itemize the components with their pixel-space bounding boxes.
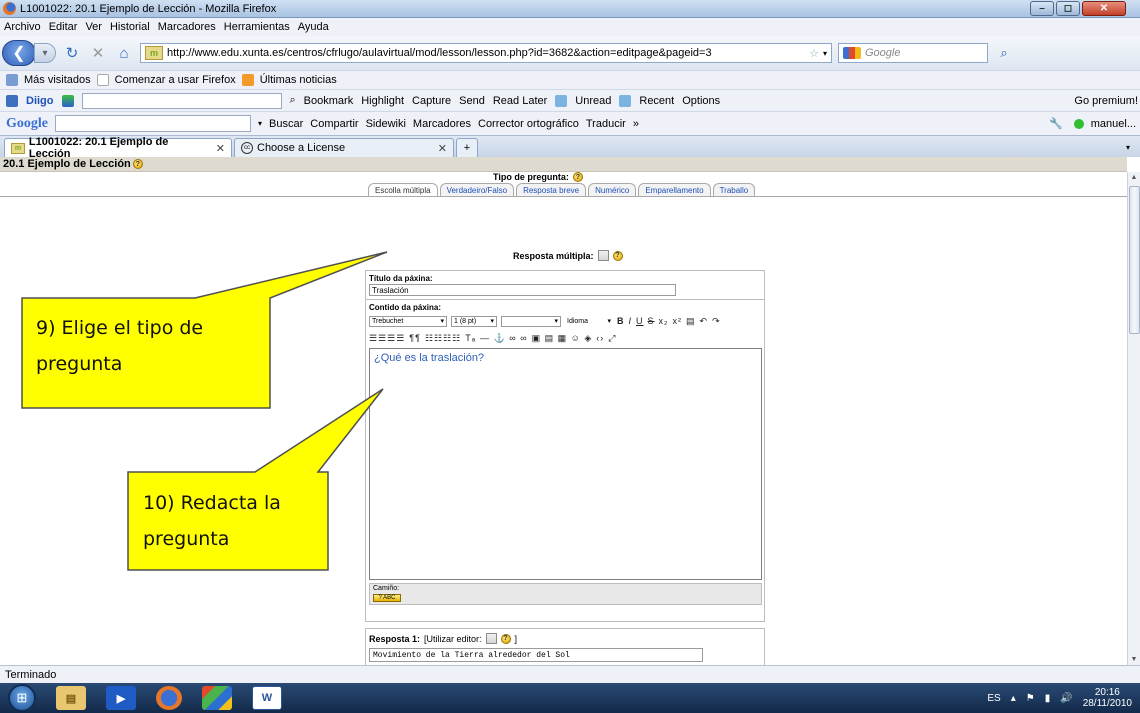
firefox-taskbar-icon[interactable] [156,686,182,710]
system-tray: ES ▴ ⚑ ▮ 🔊 20:16 28/11/2010 [987,683,1132,713]
clock-time: 20:16 [1094,687,1120,698]
callout-9-text: 9) Elige el tipo de pregunta [36,310,203,382]
start-button[interactable]: ⊞ [8,684,36,712]
status-bar: Terminado [0,665,1140,683]
clock[interactable]: 20:16 28/11/2010 [1083,687,1132,709]
explorer-icon[interactable]: ▤ [56,686,86,710]
word-icon[interactable]: W [252,686,282,710]
callout-10-line-1: 10) Redacta la [143,492,281,514]
scroll-down-icon[interactable]: ▼ [1128,654,1140,664]
scrollbar-thumb[interactable] [1129,186,1140,334]
page-scrollbar[interactable]: ▲ ▼ [1127,172,1140,665]
callout-10-line-2: pregunta [143,528,230,550]
volume-icon[interactable]: 🔊 [1060,693,1072,704]
tray-expand-icon[interactable]: ▴ [1011,693,1016,704]
status-text: Terminado [5,668,57,681]
callout-9-line-1: 9) Elige el tipo de [36,317,204,339]
flag-icon[interactable]: ⚑ [1026,693,1035,704]
language-indicator[interactable]: ES [987,693,1000,704]
scroll-up-icon[interactable]: ▲ [1128,172,1140,182]
windows-app-icon[interactable] [202,686,232,710]
clock-date: 28/11/2010 [1082,698,1132,709]
battery-icon[interactable]: ▮ [1045,693,1051,704]
windows-taskbar: ⊞ ▤ ▶ W ES ▴ ⚑ ▮ 🔊 20:16 28/11/2010 [0,683,1140,713]
callout-10-text: 10) Redacta la pregunta [143,485,281,557]
media-player-icon[interactable]: ▶ [106,686,136,710]
callout-9-line-2: pregunta [36,353,123,375]
